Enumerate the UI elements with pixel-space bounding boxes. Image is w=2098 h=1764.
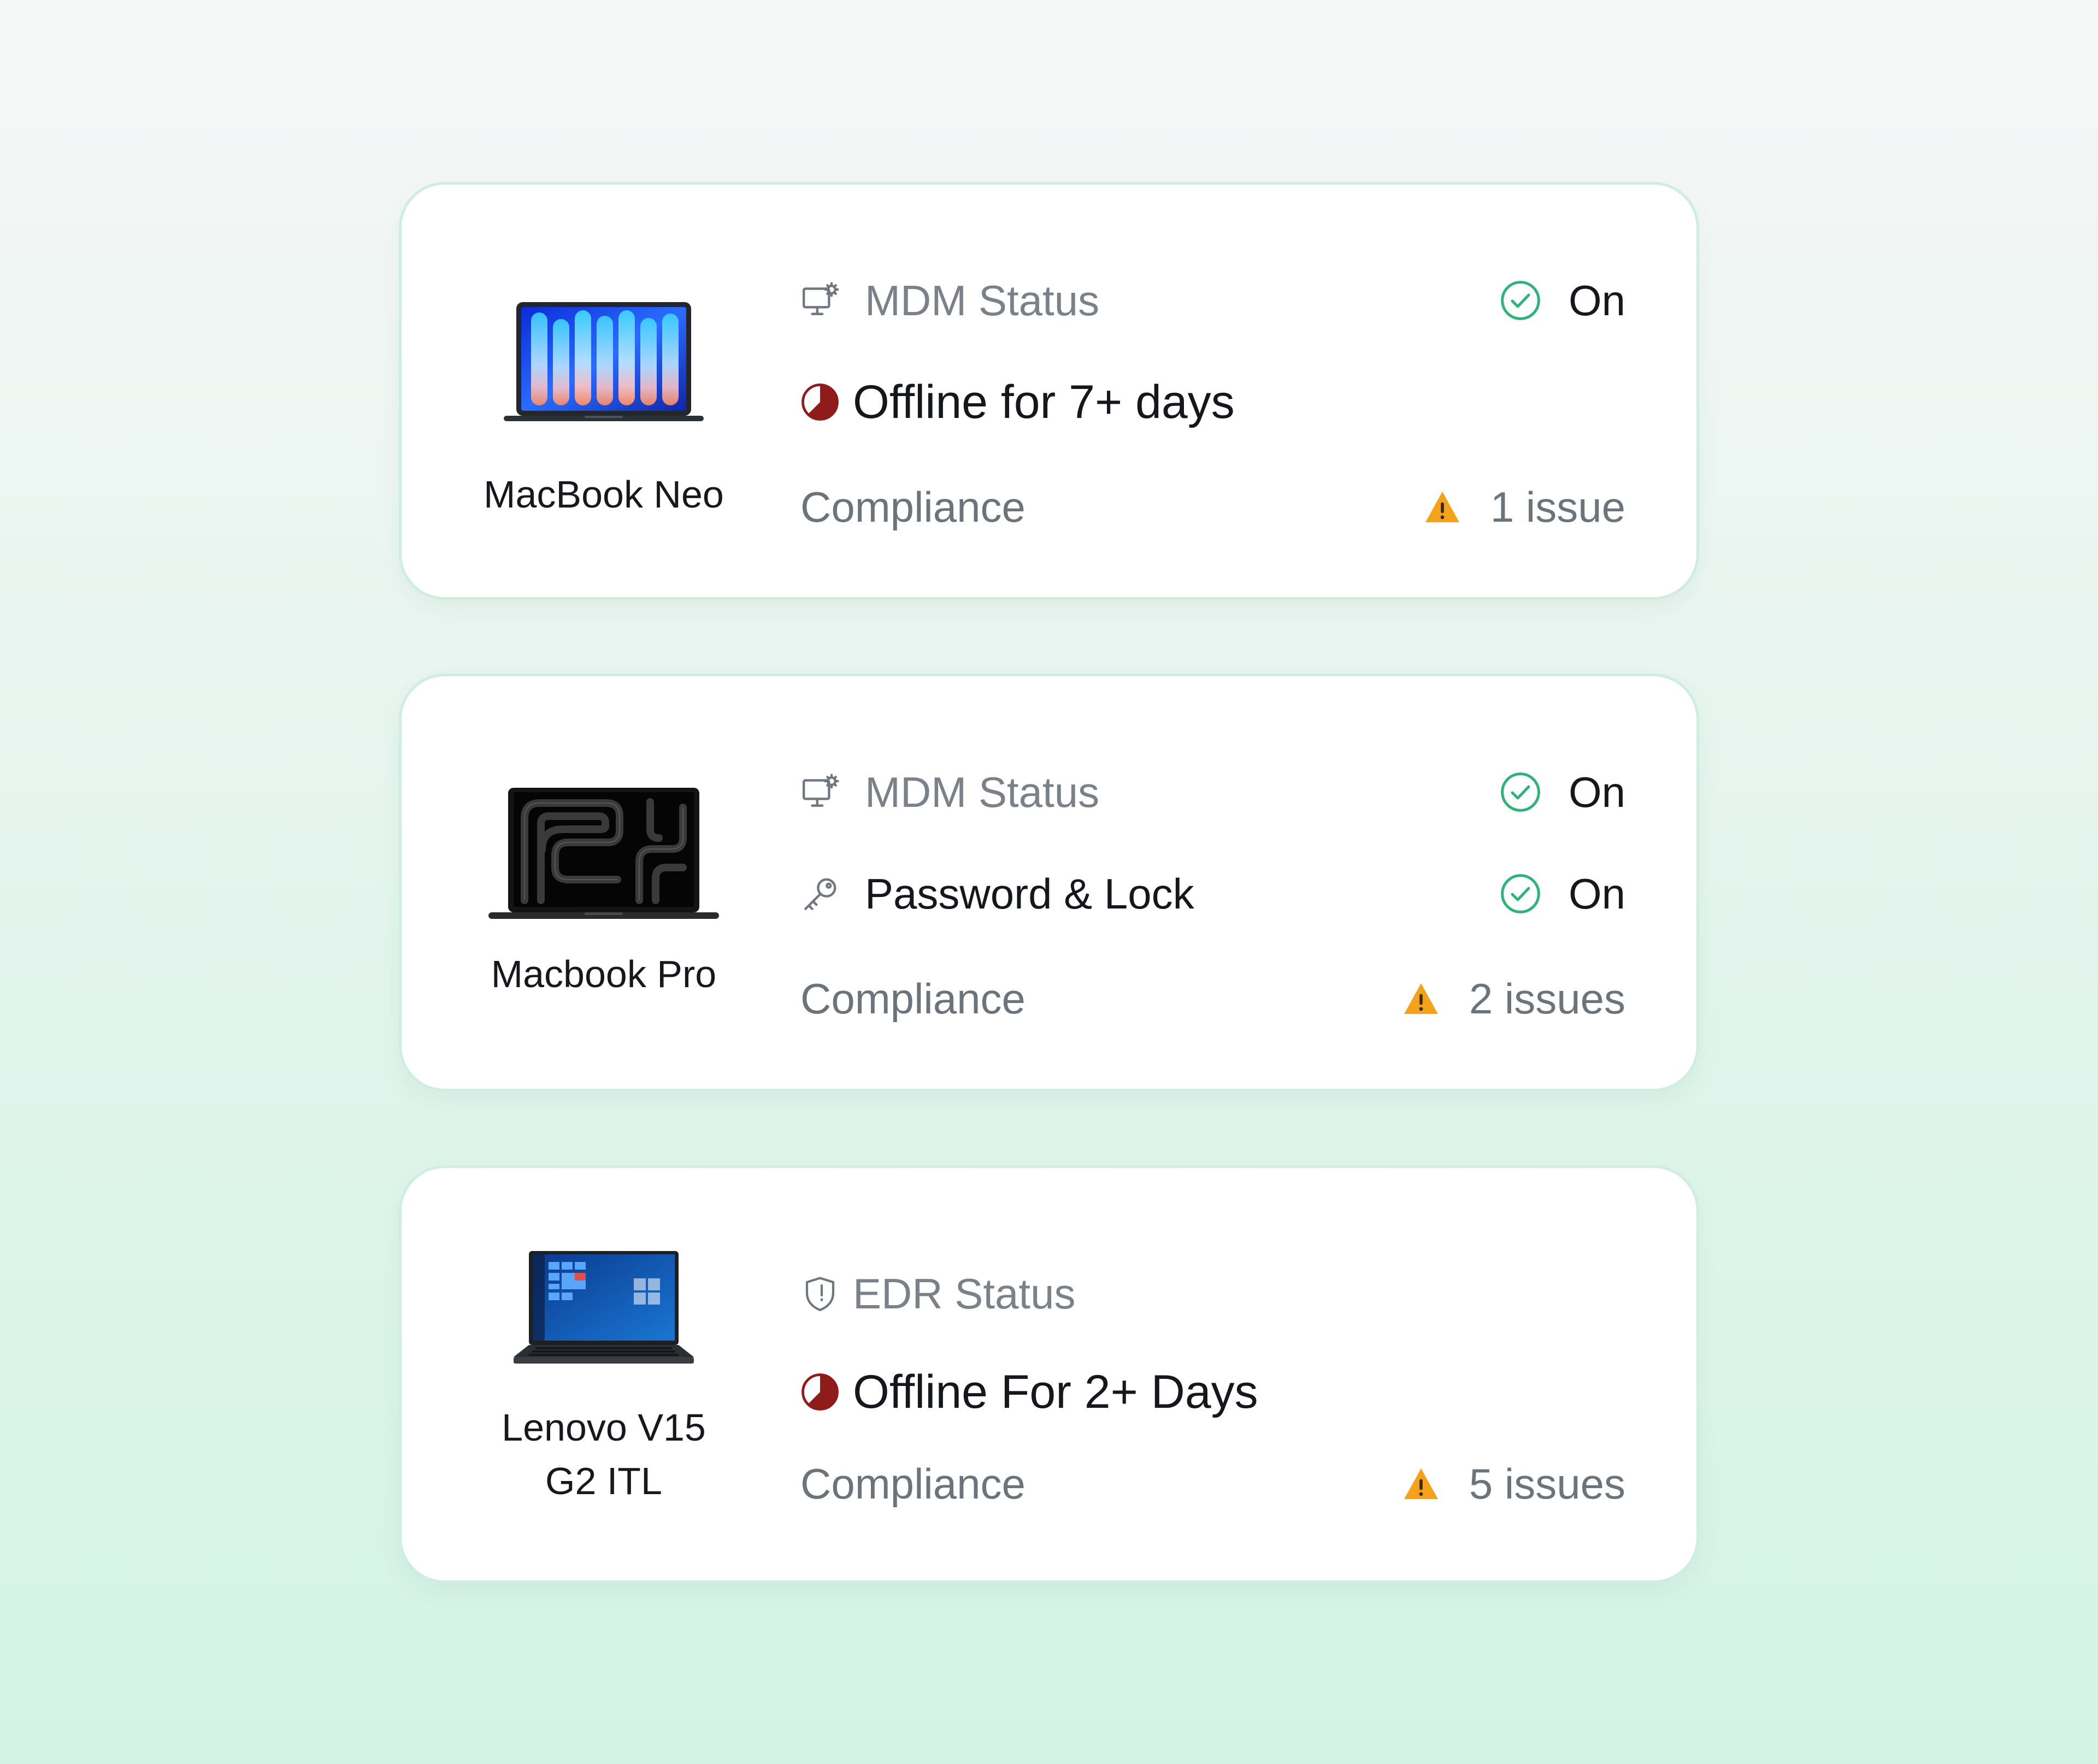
compliance-row[interactable]: Compliance 5 issues — [800, 1456, 1625, 1511]
device-column: Lenovo V15 G2 ITL — [402, 1168, 806, 1580]
edr-status-label: EDR Status — [853, 1269, 1076, 1318]
check-circle-icon — [1501, 281, 1540, 320]
check-circle-icon — [1501, 772, 1540, 812]
warning-icon — [1404, 983, 1438, 1014]
password-lock-label: Password & Lock — [865, 869, 1194, 918]
compliance-label: Compliance — [800, 1459, 1026, 1508]
mdm-status-row: MDM Status On — [800, 273, 1625, 328]
compliance-label: Compliance — [800, 974, 1026, 1023]
offline-label: Offline for 7+ days — [853, 375, 1235, 428]
mdm-status-row: MDM Status On — [800, 765, 1625, 819]
macbook-neo-image — [504, 302, 704, 421]
device-name: Macbook Pro — [491, 953, 717, 995]
compliance-row[interactable]: Compliance 2 issues — [800, 971, 1625, 1026]
device-name-line-1: Lenovo V15 — [502, 1406, 706, 1449]
mdm-status-value: On — [1568, 768, 1625, 816]
compliance-row[interactable]: Compliance 1 issue — [800, 480, 1625, 534]
macbook-pro-image — [488, 788, 719, 919]
key-icon — [804, 878, 836, 910]
device-card[interactable]: Lenovo V15 G2 ITL EDR Status Offline For… — [399, 1165, 1699, 1583]
check-circle-icon — [1501, 874, 1540, 913]
compliance-issues: 1 issue — [1490, 482, 1625, 531]
mdm-status-label: MDM Status — [865, 276, 1100, 325]
device-name: MacBook Neo — [484, 473, 724, 516]
offline-pie-icon — [802, 1373, 839, 1411]
device-name-line-2: G2 ITL — [545, 1460, 662, 1502]
mdm-status-value: On — [1568, 276, 1625, 325]
device-card[interactable]: Macbook Pro MDM Status On Password & Loc… — [399, 674, 1699, 1092]
offline-pie-icon — [802, 384, 839, 421]
warning-icon — [1425, 491, 1459, 523]
offline-row: Offline for 7+ days — [800, 375, 1625, 429]
device-column: Macbook Pro — [402, 676, 806, 1089]
compliance-label: Compliance — [800, 482, 1026, 531]
monitor-gear-icon — [803, 774, 839, 807]
warning-icon — [1404, 1468, 1438, 1500]
offline-row: Offline For 2+ Days — [800, 1365, 1625, 1419]
lenovo-laptop-image — [514, 1251, 694, 1364]
shield-icon — [805, 1277, 835, 1312]
edr-status-row: EDR Status — [800, 1266, 1625, 1321]
password-lock-value: On — [1568, 869, 1625, 918]
device-column: MacBook Neo — [402, 185, 806, 597]
offline-label: Offline For 2+ Days — [853, 1365, 1258, 1418]
mdm-status-label: MDM Status — [865, 768, 1100, 816]
device-card[interactable]: MacBook Neo MDM Status On Offline for 7+… — [399, 182, 1699, 600]
monitor-gear-icon — [803, 282, 839, 315]
compliance-issues: 5 issues — [1469, 1459, 1625, 1508]
compliance-issues: 2 issues — [1469, 974, 1625, 1023]
password-lock-row: Password & Lock On — [800, 866, 1625, 921]
